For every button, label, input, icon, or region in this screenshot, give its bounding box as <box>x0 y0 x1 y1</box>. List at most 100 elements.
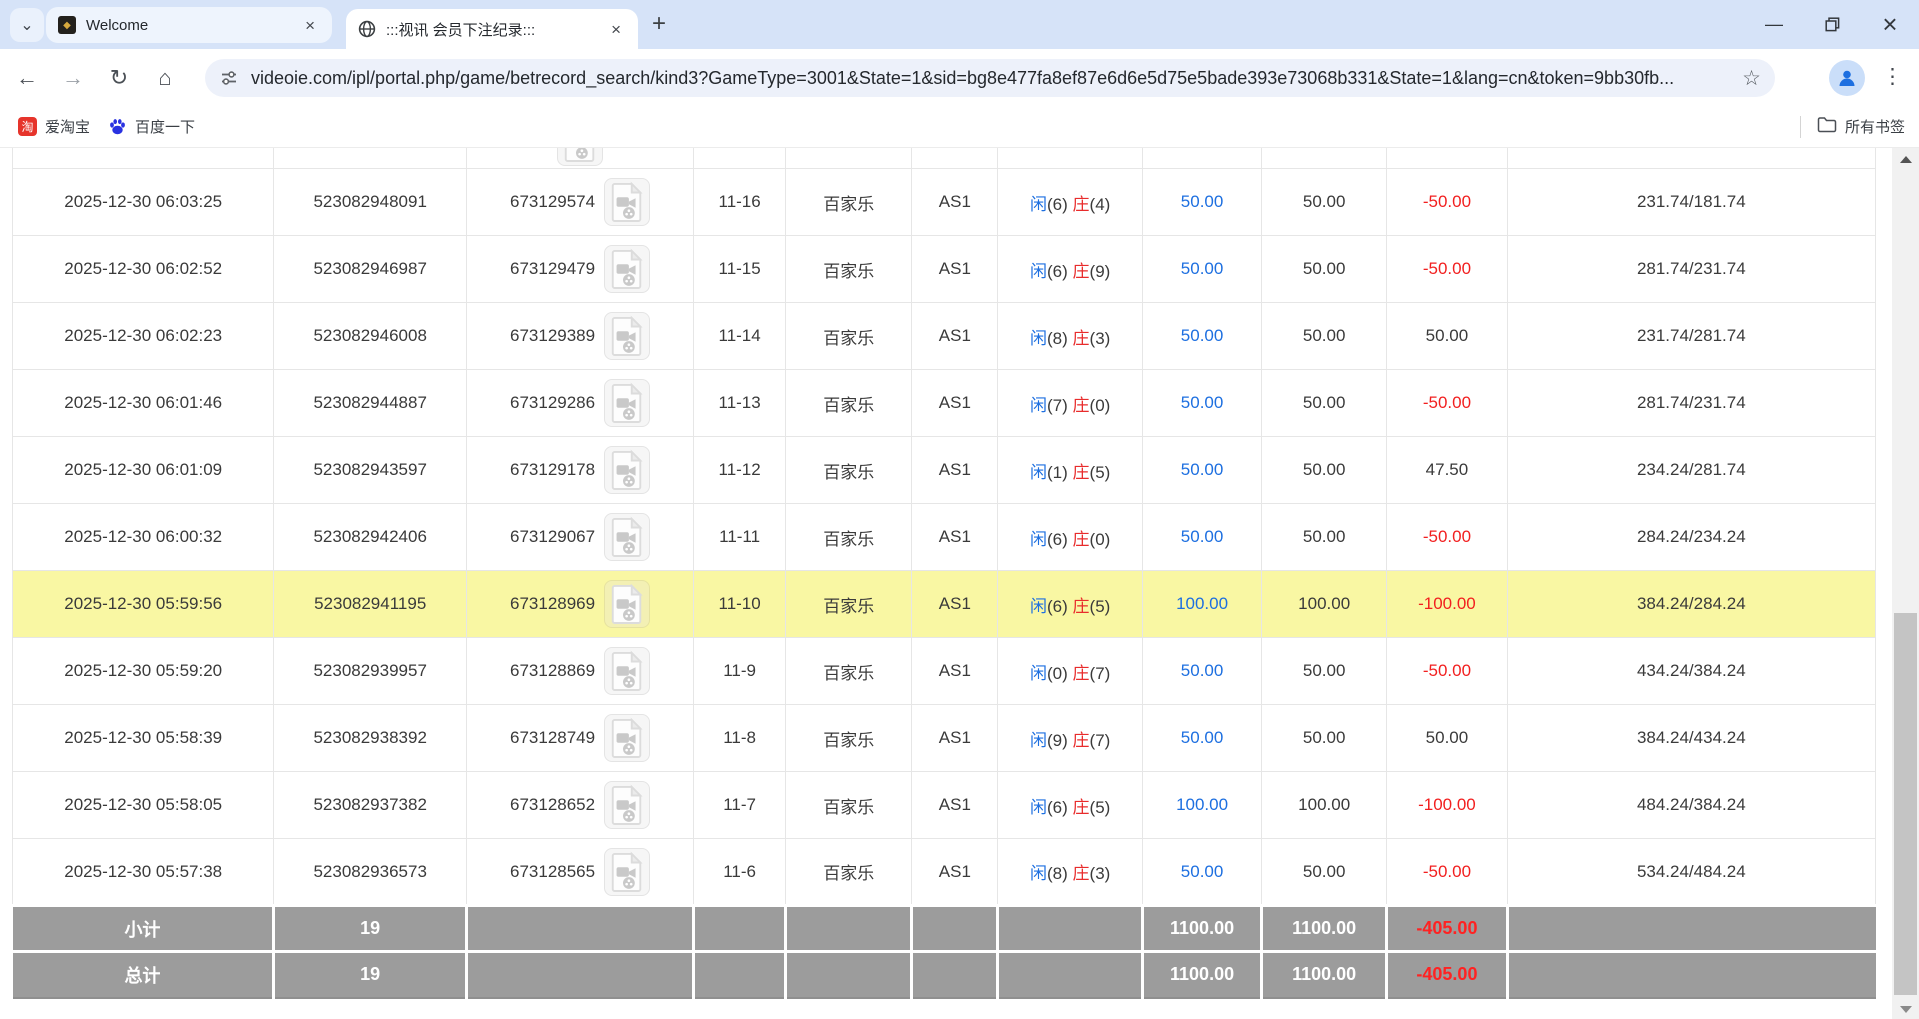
video-record-icon <box>608 248 646 290</box>
bet-amount[interactable]: 50.00 <box>1143 169 1262 236</box>
bet-record-page: 2025-12-30 06:03:25 523082948091 6731295… <box>0 148 1919 1019</box>
browser-toolbar: ← → ↻ ⌂ videoie.com/ipl/portal.php/game/… <box>0 49 1919 106</box>
close-tab-icon[interactable]: × <box>606 19 626 40</box>
tab-search-button[interactable]: ⌄ <box>10 8 44 42</box>
player-result: 闲 <box>1030 463 1047 482</box>
video-record-icon <box>608 650 646 692</box>
scrollbar-thumb[interactable] <box>1894 613 1917 995</box>
video-play-button[interactable] <box>557 148 603 166</box>
video-record-icon <box>608 583 646 625</box>
player-result: 闲 <box>1030 262 1047 281</box>
balance: 281.74/231.74 <box>1507 236 1875 303</box>
round-number: 11-15 <box>694 236 786 303</box>
profile-avatar[interactable] <box>1829 60 1865 96</box>
bookmark-star-icon[interactable]: ☆ <box>1742 66 1761 91</box>
video-cell: 673129479 <box>467 236 694 303</box>
reload-button[interactable]: ↻ <box>100 59 138 97</box>
order-number: 523082946987 <box>274 236 467 303</box>
bookmark-baidu[interactable]: 百度一下 <box>108 116 195 137</box>
bet-amount[interactable]: 50.00 <box>1143 705 1262 772</box>
bet-time: 2025-12-30 06:01:09 <box>13 437 274 504</box>
video-cell: 673129286 <box>467 370 694 437</box>
valid-amount: 50.00 <box>1262 236 1387 303</box>
video-play-button[interactable] <box>604 446 650 494</box>
banker-result: 庄 <box>1073 864 1090 883</box>
game-result: 闲(0) 庄(7) <box>998 638 1143 705</box>
forward-button[interactable]: → <box>54 59 92 97</box>
address-bar[interactable]: videoie.com/ipl/portal.php/game/betrecor… <box>205 59 1775 97</box>
game-name: 百家乐 <box>786 370 912 437</box>
valid-amount: 50.00 <box>1262 839 1387 906</box>
win-loss: -50.00 <box>1387 839 1507 906</box>
bookmark-taobao[interactable]: 淘 爱淘宝 <box>18 116 90 137</box>
bet-amount[interactable]: 100.00 <box>1143 571 1262 638</box>
restore-button[interactable] <box>1803 0 1861 49</box>
vertical-scrollbar[interactable] <box>1892 148 1919 1019</box>
bookmark-label: 百度一下 <box>135 116 195 137</box>
game-name: 百家乐 <box>786 705 912 772</box>
scroll-down-arrow-icon[interactable] <box>1892 1000 1919 1018</box>
video-play-button[interactable] <box>604 513 650 561</box>
video-play-button[interactable] <box>604 714 650 762</box>
bet-time: 2025-12-30 05:58:05 <box>13 772 274 839</box>
all-bookmarks[interactable]: 所有书签 <box>1800 116 1905 138</box>
video-play-button[interactable] <box>604 178 650 226</box>
win-loss: -50.00 <box>1387 638 1507 705</box>
banker-result: 庄 <box>1073 530 1090 549</box>
bet-time: 2025-12-30 05:59:20 <box>13 638 274 705</box>
balance: 384.24/284.24 <box>1507 571 1875 638</box>
game-result: 闲(9) 庄(7) <box>998 705 1143 772</box>
bet-amount[interactable]: 50.00 <box>1143 370 1262 437</box>
video-play-button[interactable] <box>604 580 650 628</box>
video-number: 673128652 <box>510 795 595 815</box>
table-name: AS1 <box>912 772 998 839</box>
bet-amount[interactable]: 50.00 <box>1143 839 1262 906</box>
video-play-button[interactable] <box>604 848 650 896</box>
player-result: 闲 <box>1030 195 1047 214</box>
order-number: 523082942406 <box>274 504 467 571</box>
banker-result: 庄 <box>1073 396 1090 415</box>
round-number: 11-9 <box>694 638 786 705</box>
bet-amount[interactable]: 50.00 <box>1143 437 1262 504</box>
scroll-up-arrow-icon[interactable] <box>1892 150 1919 168</box>
tab-bet-records[interactable]: :::视讯 会员下注纪录::: × <box>346 9 638 49</box>
minimize-button[interactable]: — <box>1745 0 1803 49</box>
video-record-icon <box>608 382 646 424</box>
home-button[interactable]: ⌂ <box>146 59 184 97</box>
video-record-icon <box>561 148 599 163</box>
bet-time: 2025-12-30 05:59:56 <box>13 571 274 638</box>
person-icon <box>1836 67 1858 89</box>
tab-welcome[interactable]: ◆ Welcome × <box>46 7 332 43</box>
win-loss: -50.00 <box>1387 169 1507 236</box>
browser-menu-button[interactable]: ⋮ <box>1882 64 1903 89</box>
close-window-button[interactable]: × <box>1861 0 1919 49</box>
order-number: 523082939957 <box>274 638 467 705</box>
video-play-button[interactable] <box>604 781 650 829</box>
video-play-button[interactable] <box>604 379 650 427</box>
video-number: 673129067 <box>510 527 595 547</box>
video-play-button[interactable] <box>604 245 650 293</box>
bet-amount[interactable]: 50.00 <box>1143 303 1262 370</box>
win-loss: -100.00 <box>1387 571 1507 638</box>
bet-amount[interactable]: 50.00 <box>1143 638 1262 705</box>
banker-result: 庄 <box>1073 731 1090 750</box>
banker-result: 庄 <box>1073 195 1090 214</box>
video-play-button[interactable] <box>604 312 650 360</box>
bet-amount[interactable]: 50.00 <box>1143 504 1262 571</box>
table-row: 2025-12-30 05:59:20 523082939957 6731288… <box>13 638 1876 705</box>
site-settings-icon[interactable] <box>219 68 239 88</box>
bet-amount[interactable]: 100.00 <box>1143 772 1262 839</box>
valid-amount: 50.00 <box>1262 705 1387 772</box>
table-name: AS1 <box>912 504 998 571</box>
new-tab-button[interactable]: + <box>652 14 666 34</box>
back-button[interactable]: ← <box>8 59 46 97</box>
valid-amount: 50.00 <box>1262 303 1387 370</box>
bet-time: 2025-12-30 06:03:25 <box>13 169 274 236</box>
video-play-button[interactable] <box>604 647 650 695</box>
bet-amount[interactable]: 50.00 <box>1143 236 1262 303</box>
subtotal-count: 19 <box>274 906 467 952</box>
balance: 534.24/484.24 <box>1507 839 1875 906</box>
tab-title: Welcome <box>86 17 292 34</box>
player-result: 闲 <box>1030 798 1047 817</box>
close-tab-icon[interactable]: × <box>300 15 320 36</box>
